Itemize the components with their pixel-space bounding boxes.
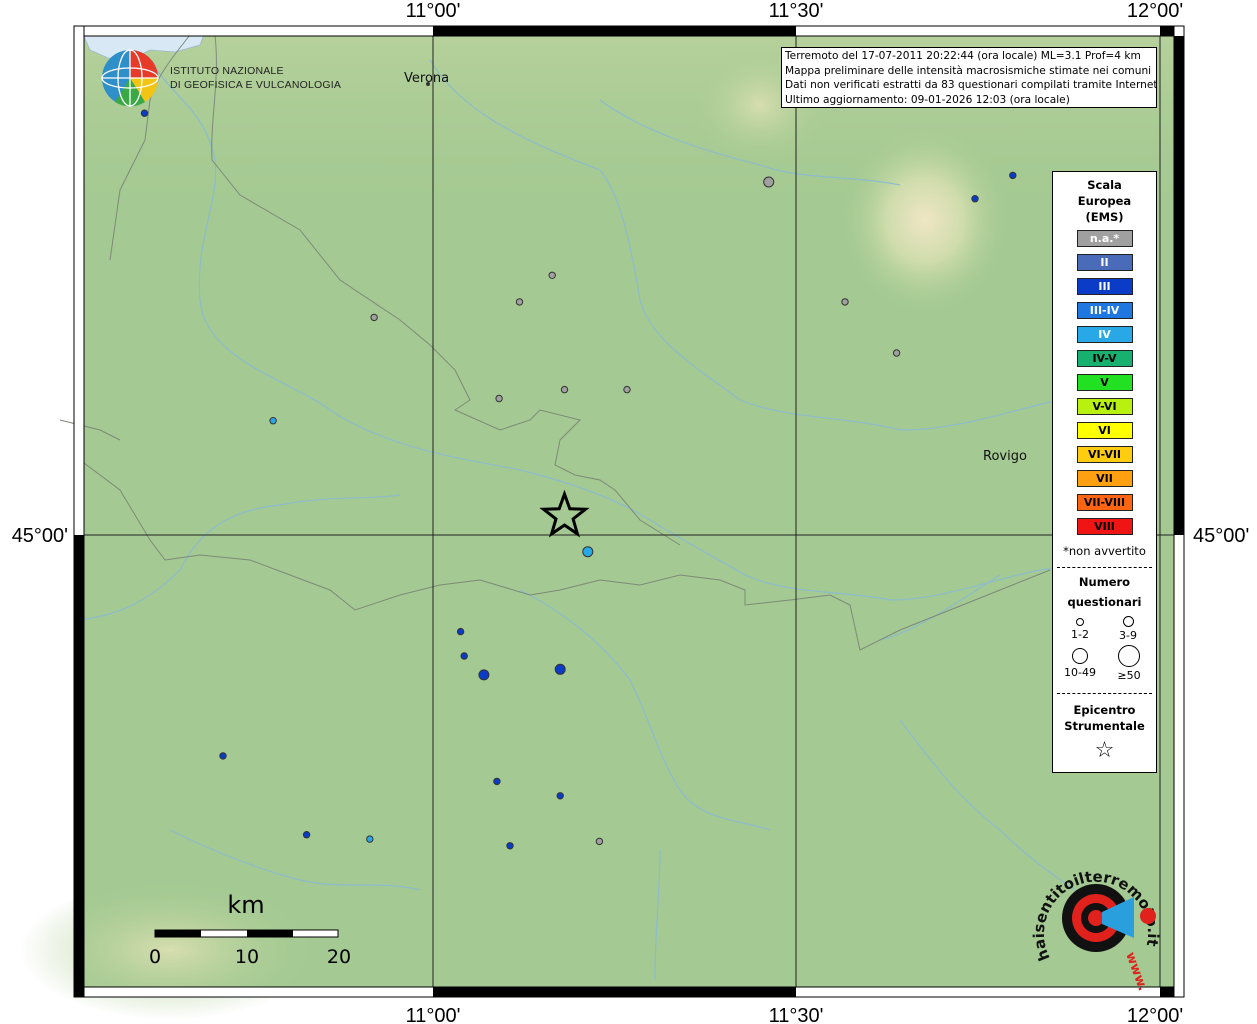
intensity-point xyxy=(493,777,501,786)
size-label: 1-2 xyxy=(1071,628,1089,641)
scale-tick-0: 0 xyxy=(149,946,161,968)
info-line-map: Mappa preliminare delle intensità macros… xyxy=(785,64,1152,77)
size-legend: 1-2 3-9 10-49 ≥50 xyxy=(1053,612,1156,684)
info-line-data: Dati non verificati estratti da 83 quest… xyxy=(785,79,1157,91)
intensity-point xyxy=(595,837,604,846)
legend-item-ems: IV-V xyxy=(1076,350,1133,367)
colli-euganei-relief xyxy=(840,125,1010,315)
size-circle-icon xyxy=(1122,616,1134,627)
intensity-point xyxy=(495,394,503,403)
legend-item-ems: V-VI xyxy=(1076,398,1133,415)
count-title-line1: Numero xyxy=(1078,575,1131,589)
left-lat-label: 45°00' xyxy=(12,525,68,547)
epicenter-title-line2: Strumentale xyxy=(1064,719,1145,733)
legend-item-ems: IV xyxy=(1076,326,1133,343)
info-icon xyxy=(1140,908,1156,924)
info-line-updated: Ultimo aggiornamento: 09-01-2026 12:03 (… xyxy=(785,93,1070,106)
legend-title-line2: Europea xyxy=(1077,194,1132,208)
legend-divider xyxy=(1057,693,1152,694)
size-item-10-49: 10-49 xyxy=(1059,648,1101,679)
size-circle-icon xyxy=(1076,618,1084,626)
intensity-point xyxy=(1009,171,1017,180)
intensity-point xyxy=(460,652,468,660)
intensity-point xyxy=(763,176,775,188)
apennine-relief xyxy=(20,880,320,1020)
ems-legend: Scala Europea (EMS) n.a.* II III III-IV IV IV… xyxy=(1052,171,1157,773)
scale-tick-20: 20 xyxy=(327,946,351,968)
intensity-point xyxy=(548,271,556,279)
scale-unit: km xyxy=(227,891,264,919)
legend-item-ems: VI-VII xyxy=(1076,446,1133,463)
earthquake-info-box: Terremoto del 17-07-2011 20:22:44 (ora l… xyxy=(781,47,1157,108)
size-label: 3-9 xyxy=(1119,629,1137,642)
intensity-point xyxy=(456,627,465,636)
intensity-point xyxy=(269,417,277,425)
city-label-rovigo: Rovigo xyxy=(983,449,1027,464)
size-item-50-plus: ≥50 xyxy=(1113,645,1145,682)
intensity-point xyxy=(370,313,378,322)
top-lon-label-12-00: 12°00' xyxy=(1127,0,1183,22)
bottom-lon-label-12-00: 12°00' xyxy=(1127,1005,1183,1024)
legend-title-line1: Scala xyxy=(1087,178,1122,192)
info-line-event: Terremoto del 17-07-2011 20:22:44 (ora l… xyxy=(785,50,1141,62)
legend-item-ems: III-IV xyxy=(1076,302,1133,319)
legend-item-ems: V xyxy=(1076,374,1133,391)
intensity-point xyxy=(515,298,524,306)
bottom-lon-label-11-30: 11°30' xyxy=(769,1005,824,1024)
legend-item-ems: VII xyxy=(1076,470,1133,487)
institute-name-line2: DI GEOFISICA E VULCANOLOGIA xyxy=(170,79,341,91)
legend-title: Scala Europea (EMS) xyxy=(1053,177,1156,225)
legend-title-line3: (EMS) xyxy=(1085,210,1124,224)
intensity-point xyxy=(582,546,594,558)
intensity-point xyxy=(556,792,564,800)
intensity-point xyxy=(971,195,979,203)
size-item-1-2: 1-2 xyxy=(1067,618,1093,641)
legend-items: n.a.* II III III-IV IV IV-V V V-VI VI VI-VII VII VI… xyxy=(1053,230,1156,535)
city-label-verona: Verona xyxy=(404,71,449,86)
legend-item-ems: VII-VIII xyxy=(1076,494,1133,511)
size-circle-icon xyxy=(1072,648,1088,664)
intensity-point xyxy=(219,752,227,760)
legend-divider xyxy=(1057,567,1152,568)
bottom-lon-label-11-00: 11°00' xyxy=(406,1005,461,1024)
legend-item-ems: VI xyxy=(1076,422,1133,439)
epicenter-star-legend-icon: ☆ xyxy=(1094,738,1115,763)
intensity-point xyxy=(478,669,490,681)
epicenter-title-line1: Epicentro xyxy=(1073,703,1136,717)
intensity-point xyxy=(560,385,569,394)
institute-name-line1: ISTITUTO NAZIONALE xyxy=(170,65,284,77)
size-item-3-9: 3-9 xyxy=(1115,616,1141,642)
size-label: 10-49 xyxy=(1064,666,1096,679)
intensity-point xyxy=(841,298,849,306)
legend-note: *non avvertito xyxy=(1063,544,1146,558)
legend-item-ems: II xyxy=(1076,254,1133,271)
intensity-point xyxy=(892,349,901,357)
epicenter-title: Epicentro Strumentale xyxy=(1053,702,1156,734)
top-lon-label-11-00: 11°00' xyxy=(406,0,461,22)
right-lat-label: 45°00' xyxy=(1193,525,1249,547)
legend-item-ems: n.a.* xyxy=(1076,230,1133,247)
intensity-point xyxy=(623,385,631,394)
intensity-point xyxy=(302,831,311,839)
legend-item-ems: VIII xyxy=(1076,518,1133,535)
intensity-point xyxy=(140,109,149,117)
intensity-point xyxy=(554,663,566,675)
size-circle-icon xyxy=(1118,645,1140,667)
top-lon-label-11-30: 11°30' xyxy=(769,0,824,22)
intensity-point xyxy=(366,835,374,843)
legend-item-ems: III xyxy=(1076,278,1133,295)
count-title: Numero questionari xyxy=(1053,572,1156,612)
scale-tick-10: 10 xyxy=(235,946,259,968)
count-title-line2: questionari xyxy=(1067,595,1142,609)
intensity-point xyxy=(506,842,514,850)
size-label: ≥50 xyxy=(1117,669,1141,682)
